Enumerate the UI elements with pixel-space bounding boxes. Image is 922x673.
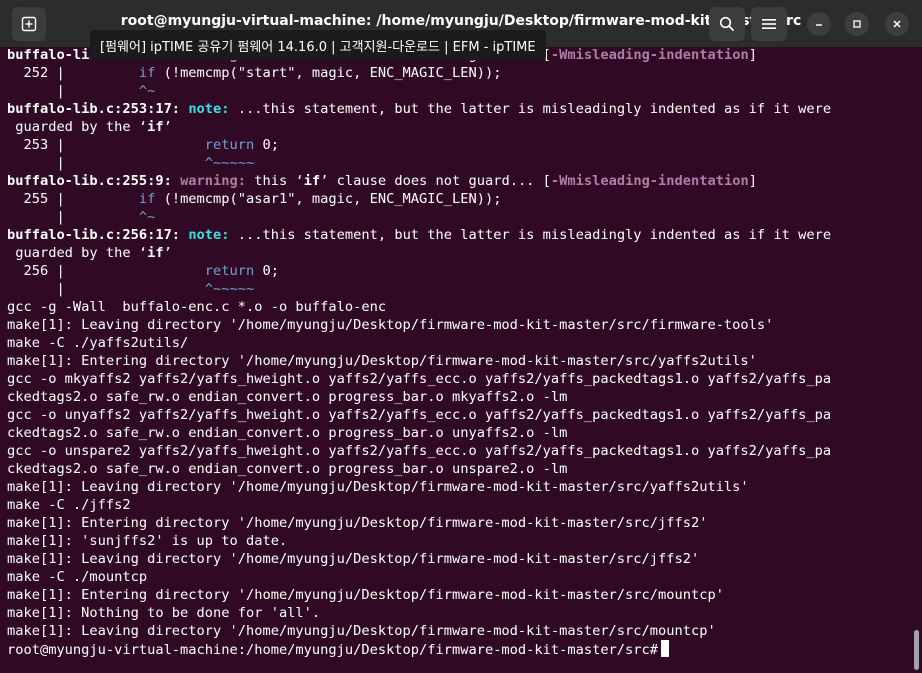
browser-tab-tooltip: [펌웨어] ipTIME 공유기 펌웨어 14.16.0 | 고객지원-다운로드…	[90, 30, 546, 60]
terminal-line: make[1]: Leaving directory '/home/myungj…	[7, 317, 774, 333]
shell-prompt: root@myungju-virtual-machine:/home/myung…	[7, 642, 659, 658]
code-rest: 0;	[254, 263, 279, 279]
terminal-line: make -C ./jffs2	[7, 497, 131, 513]
line-gutter: |	[7, 209, 139, 225]
maximize-icon	[853, 20, 861, 28]
hamburger-menu-icon	[762, 19, 776, 29]
terminal-line: gcc -o mkyaffs2 yaffs2/yaffs_hweight.o y…	[7, 371, 832, 387]
warning-label: warning:	[180, 173, 246, 189]
terminal-line: make[1]: Entering directory '/home/myung…	[7, 587, 724, 603]
terminal-line: make[1]: Entering directory '/home/myung…	[7, 515, 708, 531]
note-message: ...this statement, but the latter is mis…	[229, 227, 832, 243]
terminal-line: make[1]: Leaving directory '/home/myungj…	[7, 479, 749, 495]
note-message-end: ’	[163, 119, 172, 135]
menu-button[interactable]	[751, 7, 787, 41]
shell-prompt-line[interactable]: root@myungju-virtual-machine:/home/myung…	[7, 640, 831, 658]
close-icon	[893, 20, 901, 28]
terminal-output[interactable]: buffalo-lib.c:252:9: warning: this ‘if’ …	[0, 47, 910, 673]
terminal-line: guarded by the ‘if’	[7, 244, 831, 262]
note-keyword: if	[147, 245, 164, 261]
terminal-line: make[1]: Nothing to be done for 'all'.	[7, 605, 321, 621]
terminal-line: | ^~	[7, 208, 831, 226]
warning-keyword: if	[303, 173, 321, 189]
terminal-line: buffalo-lib.c:253:17: note: ...this stat…	[7, 100, 831, 118]
line-gutter: |	[7, 83, 139, 99]
note-label: note:	[188, 101, 230, 117]
caret-marker: ^~	[138, 209, 156, 225]
terminal-line: gcc -o unspare2 yaffs2/yaffs_hweight.o y…	[7, 443, 832, 459]
line-gutter: |	[7, 281, 205, 297]
code-keyword: return	[204, 263, 255, 279]
code-keyword: return	[204, 137, 255, 153]
terminal-line: 255 | if (!memcmp("asar1", magic, ENC_MA…	[7, 190, 831, 208]
terminal-line: make[1]: Entering directory '/home/myung…	[7, 353, 757, 369]
text-cursor	[661, 640, 670, 657]
line-gutter: 255 |	[7, 191, 139, 207]
terminal-line: make -C ./yaffs2utils/	[7, 335, 189, 351]
line-gutter: 252 |	[7, 65, 139, 81]
terminal-line: 253 | return 0;	[7, 136, 831, 154]
minimize-button[interactable]	[807, 12, 831, 36]
search-icon	[719, 16, 735, 32]
warning-bracket-close: ]	[748, 173, 757, 189]
line-gutter: 253 |	[7, 137, 205, 153]
caret-marker: ^~~~~~	[204, 155, 255, 171]
terminal-scrollbar[interactable]	[914, 630, 919, 670]
code-rest: (!memcmp("start", magic, ENC_MAGIC_LEN))…	[155, 65, 502, 81]
terminal-line: gcc -g -Wall buffalo-enc.c *.o -o buffal…	[7, 299, 387, 315]
note-message: ...this statement, but the latter is mis…	[229, 101, 832, 117]
terminal-line: | ^~~~~~	[7, 280, 831, 298]
terminal-line: | ^~~~~~	[7, 154, 831, 172]
compiler-location: buffalo-lib.c:256:17:	[7, 227, 181, 243]
code-rest: 0;	[254, 137, 279, 153]
compiler-location: buffalo-lib.c:253:17:	[7, 101, 181, 117]
note-label: note:	[188, 227, 230, 243]
terminal-line: make -C ./mountcp	[7, 569, 148, 585]
terminal-line: make[1]: Leaving directory '/home/myungj…	[7, 551, 700, 567]
note-message-cont: guarded by the ‘	[7, 245, 148, 261]
terminal-line: make[1]: 'sunjffs2' is up to date.	[7, 533, 288, 549]
terminal-line: ckedtags2.o safe_rw.o endian_convert.o p…	[7, 389, 568, 405]
note-message-end: ’	[163, 245, 172, 261]
warning-message: this ‘	[246, 173, 304, 189]
warning-option: -Wmisleading-indentation	[550, 47, 749, 63]
terminal-line: gcc -o unyaffs2 yaffs2/yaffs_hweight.o y…	[7, 407, 832, 423]
terminal-line: buffalo-lib.c:255:9: warning: this ‘if’ …	[7, 172, 831, 190]
terminal-line: ckedtags2.o safe_rw.o endian_convert.o p…	[7, 425, 568, 441]
code-rest: (!memcmp("asar1", magic, ENC_MAGIC_LEN))…	[155, 191, 502, 207]
line-gutter: 256 |	[7, 263, 205, 279]
terminal-line: ckedtags2.o safe_rw.o endian_convert.o p…	[7, 461, 568, 477]
warning-bracket-close: ]	[748, 47, 757, 63]
code-keyword: if	[138, 65, 156, 81]
caret-marker: ^~~~~~	[204, 281, 255, 297]
maximize-button[interactable]	[845, 12, 869, 36]
terminal-line: buffalo-lib.c:256:17: note: ...this stat…	[7, 226, 831, 244]
terminal-line: 256 | return 0;	[7, 262, 831, 280]
terminal-line: 252 | if (!memcmp("start", magic, ENC_MA…	[7, 64, 831, 82]
note-message-cont: guarded by the ‘	[7, 119, 148, 135]
terminal-line: guarded by the ‘if’	[7, 118, 831, 136]
note-keyword: if	[147, 119, 164, 135]
code-keyword: if	[138, 191, 156, 207]
warning-option: -Wmisleading-indentation	[550, 173, 749, 189]
compiler-location: buffalo-lib.c:255:9:	[7, 173, 172, 189]
caret-marker: ^~	[138, 83, 156, 99]
terminal-line: make[1]: Leaving directory '/home/myungj…	[7, 623, 716, 639]
warning-message-cont: ’ clause does not guard... [	[320, 173, 551, 189]
minimize-icon	[816, 24, 822, 26]
search-button[interactable]	[709, 7, 745, 41]
close-button[interactable]	[885, 12, 909, 36]
line-gutter: |	[7, 155, 205, 171]
terminal-line: | ^~	[7, 82, 831, 100]
